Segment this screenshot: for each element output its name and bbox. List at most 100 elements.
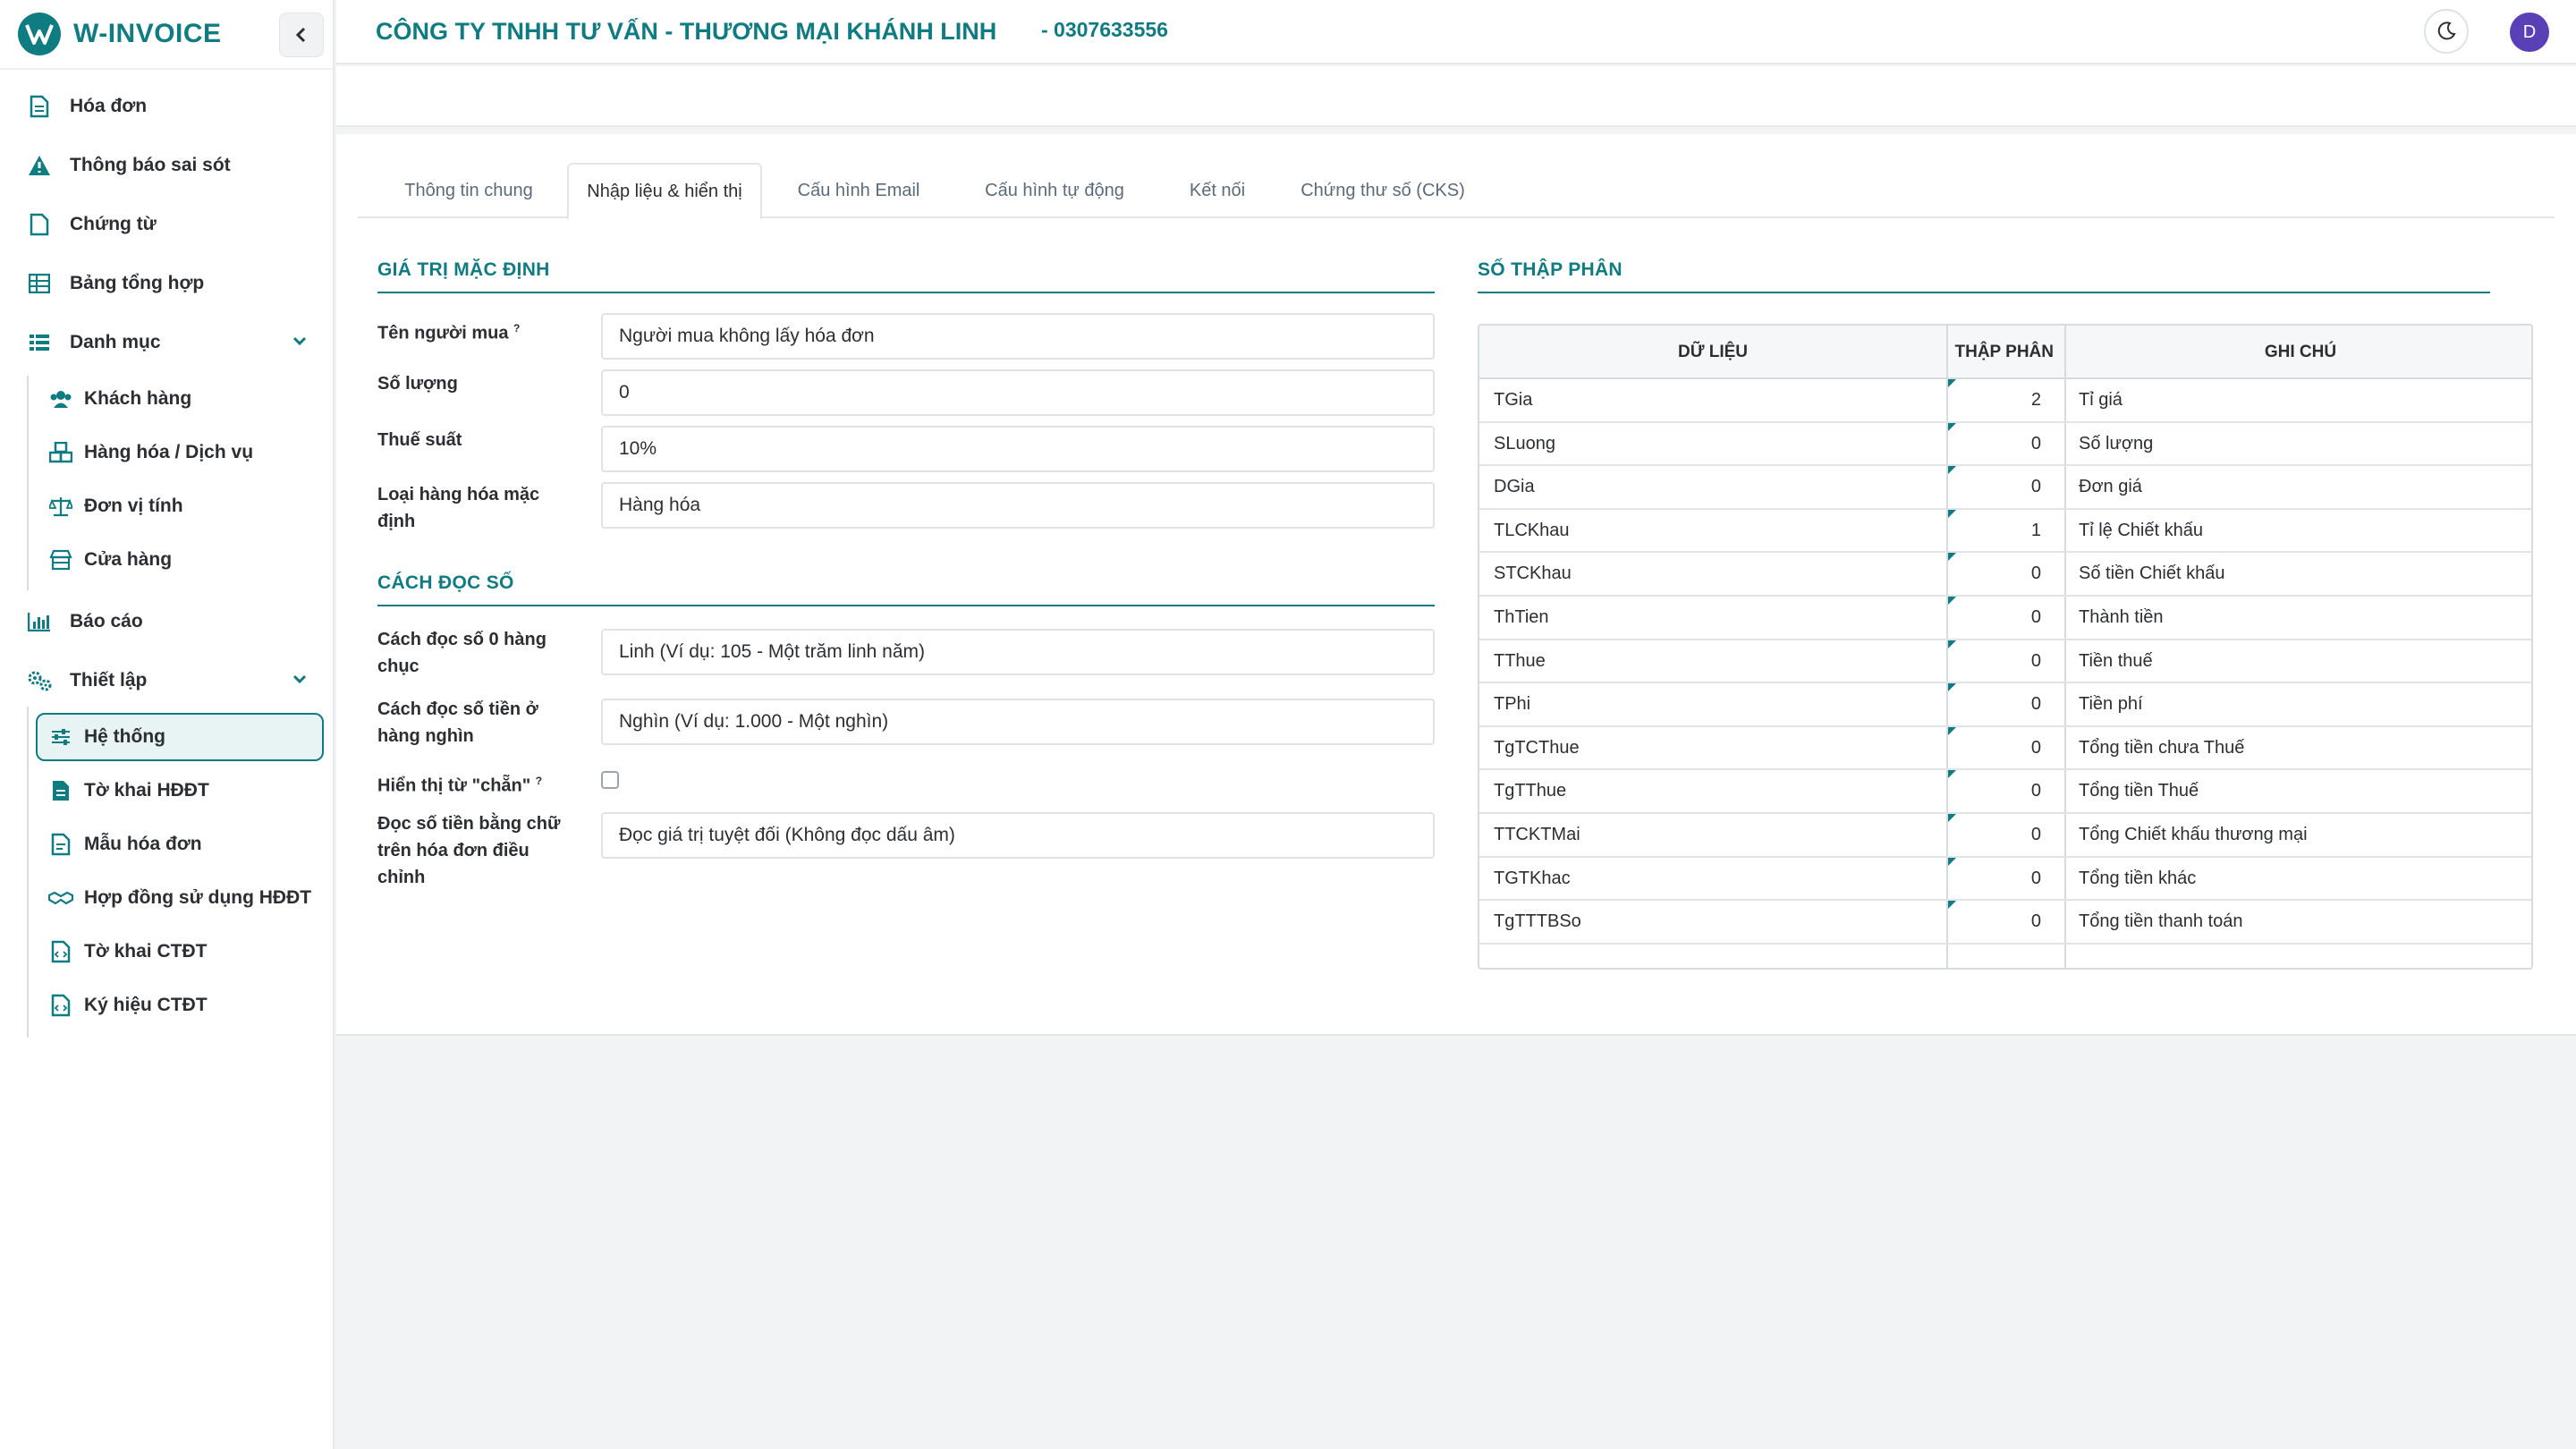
sidebar-item-hop-dong-su-dung-hddt[interactable]: Hợp đồng sử dụng HĐĐT [0,873,335,923]
sidebar-item-thiet-lap[interactable]: Thiết lập [0,656,335,706]
cell-data-key: TPhi [1494,694,1531,715]
tab-nhap-lieu-hien-thi[interactable]: Nhập liệu & hiển thị [567,163,762,220]
sidebar-item-label: Hàng hóa / Dịch vụ [84,442,254,462]
sidebar-item-label: Tờ khai CTĐT [84,941,208,962]
tab-ket-noi[interactable]: Kết nối [1168,163,1267,218]
sidebar-item-chung-tu[interactable]: Chứng từ [0,199,335,250]
tax-rate-label: Thuế suất [377,430,462,450]
default-goods-type-input[interactable]: Hàng hóa [601,482,1435,529]
section-title-decimals: SỐ THẬP PHÂN [1478,259,1623,280]
table-row[interactable]: DGia 0 Đơn giá [1479,466,2531,510]
sidebar-item-khach-hang[interactable]: Khách hàng [0,374,335,424]
sidebar-item-don-vi-tinh[interactable]: Đơn vị tính [0,481,335,531]
column-header-decimal[interactable]: THẬP PHÂN [1948,326,2064,379]
help-icon[interactable]: ? [513,322,520,335]
cell-decimal-value[interactable]: 0 [1946,911,2045,932]
table-row[interactable]: TgTThue 0 Tổng tiền Thuế [1479,770,2531,814]
table-row[interactable]: TThue 0 Tiền thuế [1479,640,2531,684]
column-header-note[interactable]: GHI CHÚ [2066,326,2531,379]
sidebar-item-mau-hoa-don[interactable]: Mẫu hóa đơn [0,819,335,869]
chevron-down-icon [292,335,308,352]
table-row[interactable]: ThTien 0 Thành tiền [1479,597,2531,640]
theme-toggle-button[interactable] [2424,9,2469,54]
tab-chung-thu-so[interactable]: Chứng thư số (CKS) [1281,163,1485,218]
tab-cau-hinh-email[interactable]: Cấu hình Email [776,163,941,218]
decimal-table: DỮ LIỆU THẬP PHÂN GHI CHÚ TGia 2 Tỉ giá SLu… [1478,324,2533,970]
table-row[interactable]: TgTTTBSo 0 Tổng tiền thanh toán [1479,901,2531,945]
sidebar-item-bang-tong-hop[interactable]: Bảng tổng hợp [0,258,335,309]
cell-note: Tổng tiền Thuế [2079,781,2199,801]
tab-cau-hinh-tu-dong[interactable]: Cấu hình tự động [955,163,1154,218]
cell-decimal-value[interactable]: 0 [1946,738,2045,758]
column-header-data[interactable]: DỮ LIỆU [1479,326,1946,379]
sidebar-item-hang-hoa-dich-vu[interactable]: Hàng hóa / Dịch vụ [0,428,335,478]
brand-name: W-INVOICE [73,19,222,48]
section-divider [377,605,1435,606]
settings-panel: Thông tin chung Nhập liệu & hiển thị Cấu… [336,134,2576,1036]
tax-rate-input[interactable]: 10% [601,426,1435,472]
chevron-left-icon [295,27,306,43]
table-row[interactable]: STCKhau 0 Số tiền Chiết khấu [1479,553,2531,597]
cell-decimal-value[interactable]: 1 [1946,521,2045,541]
zero-tens-reading-select[interactable]: Linh (Ví dụ: 105 - Một trăm linh năm) [601,629,1435,675]
help-icon[interactable]: ? [536,775,542,787]
warning-icon [27,153,52,178]
edit-marker-icon [1948,683,1956,692]
cell-decimal-value[interactable]: 0 [1946,825,2045,845]
cell-data-key: TThue [1494,650,1546,671]
sidebar-item-he-thong[interactable]: Hệ thống [36,713,324,761]
cell-decimal-value[interactable]: 0 [1946,434,2045,454]
cell-decimal-value[interactable]: 0 [1946,564,2045,584]
table-row[interactable]: TgTCThue 0 Tổng tiền chưa Thuế [1479,726,2531,771]
edit-marker-icon [1948,379,1956,387]
sidebar-item-label: Hợp đồng sử dụng HĐĐT [84,887,312,908]
handshake-icon [48,886,73,911]
file-alt-icon [48,832,73,857]
cell-note: Tổng tiền chưa Thuế [2079,737,2245,758]
table-row[interactable]: TGia 2 Tỉ giá [1479,379,2531,423]
edit-marker-icon [1948,857,1956,866]
sidebar-item-label: Thiết lập [70,670,148,691]
table-row[interactable]: TLCKhau 1 Tỉ lệ Chiết khấu [1479,509,2531,554]
avatar[interactable]: D [2510,13,2549,52]
sidebar-item-label: Báo cáo [70,611,143,631]
quantity-input[interactable]: 0 [601,369,1435,416]
file-invoice-icon [27,94,52,119]
cell-decimal-value[interactable]: 0 [1946,694,2045,715]
cell-decimal-value[interactable]: 0 [1946,781,2045,801]
sidebar-item-label: Hóa đơn [70,96,148,116]
adjust-invoice-reading-select[interactable]: Đọc giá trị tuyệt đối (Không đọc dấu âm) [601,812,1435,859]
sidebar-item-ky-hieu-ctdt[interactable]: Ký hiệu CTĐT [0,980,335,1030]
sidebar-item-hoa-don[interactable]: Hóa đơn [0,81,335,131]
thousand-reading-select[interactable]: Nghìn (Ví dụ: 1.000 - Một nghìn) [601,699,1435,745]
table-row[interactable]: TPhi 0 Tiền phí [1479,683,2531,727]
store-icon [48,547,73,572]
table-header: DỮ LIỆU THẬP PHÂN GHI CHÚ [1479,326,2531,379]
cell-decimal-value[interactable]: 0 [1946,477,2045,497]
cell-decimal-value[interactable]: 0 [1946,607,2045,628]
sidebar-item-cua-hang[interactable]: Cửa hàng [0,535,335,585]
section-title-number-reading: CÁCH ĐỌC SỐ [377,572,514,593]
sidebar-item-to-khai-ctdt[interactable]: Tờ khai CTĐT [0,927,335,977]
show-even-word-checkbox[interactable] [601,771,619,789]
collapse-sidebar-button[interactable] [279,13,324,57]
table-row[interactable]: TTCKTMai 0 Tổng Chiết khấu thương mại [1479,814,2531,858]
edit-marker-icon [1948,509,1956,518]
sidebar-item-thong-bao-sai-sot[interactable]: Thông báo sai sót [0,140,335,191]
table-row[interactable]: SLuong 0 Số lượng [1479,422,2531,467]
cell-note: Số tiền Chiết khấu [2079,564,2225,584]
sidebar-item-bao-cao[interactable]: Báo cáo [0,597,335,647]
cell-decimal-value[interactable]: 2 [1946,390,2045,411]
cell-note: Tỉ lệ Chiết khấu [2079,520,2203,540]
tab-thong-tin-chung[interactable]: Thông tin chung [385,163,553,218]
cell-decimal-value[interactable]: 0 [1946,651,2045,672]
sidebar-item-danh-muc[interactable]: Danh mục [0,318,335,368]
buyer-name-input[interactable]: Người mua không lấy hóa đơn [601,313,1435,360]
cell-decimal-value[interactable]: 0 [1946,869,2045,889]
list-icon [27,330,52,355]
sidebar-item-to-khai-hddt[interactable]: Tờ khai HĐĐT [0,766,335,816]
section-divider [377,292,1435,293]
table-row[interactable]: TGTKhac 0 Tổng tiền khác [1479,857,2531,902]
top-header: CÔNG TY TNHH TƯ VẤN - THƯƠNG MẠI KHÁNH L… [336,0,2576,64]
cogs-icon [27,668,52,693]
